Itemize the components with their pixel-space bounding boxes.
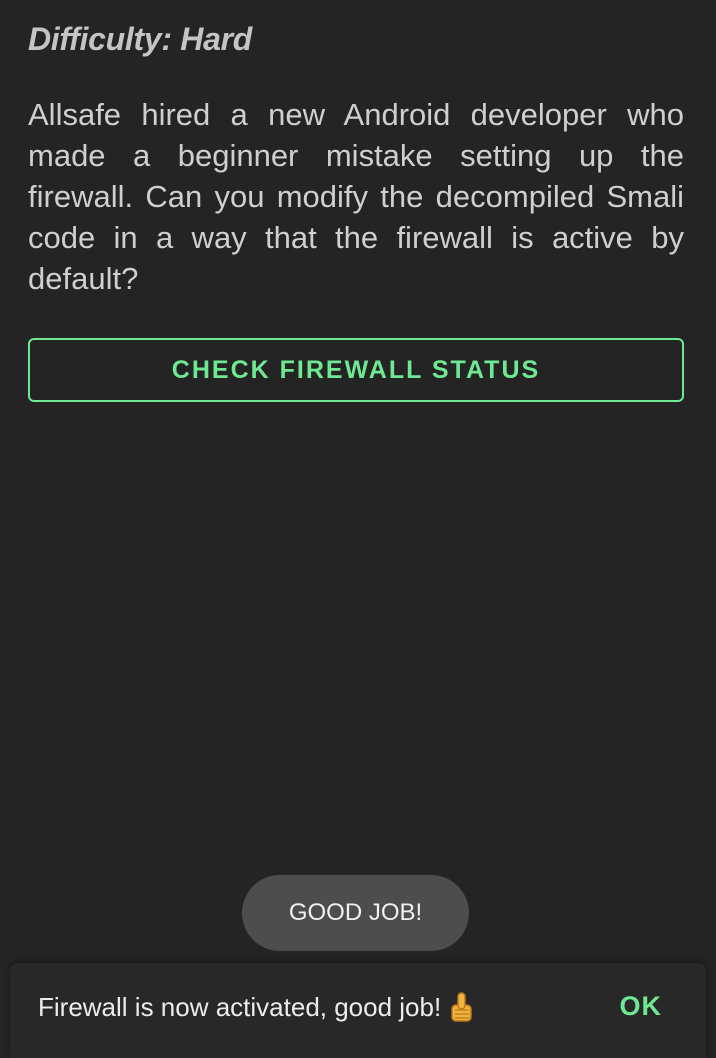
check-firewall-status-button[interactable]: CHECK FIREWALL STATUS xyxy=(28,338,684,402)
thumbs-up-icon xyxy=(449,991,475,1023)
snackbar-message: Firewall is now activated, good job! xyxy=(38,992,442,1022)
difficulty-label: Difficulty: Hard xyxy=(28,21,252,57)
challenge-description: Allsafe hired a new Android developer wh… xyxy=(28,97,684,296)
snackbar: Firewall is now activated, good job! OK xyxy=(10,963,706,1058)
snackbar-message-row: Firewall is now activated, good job! xyxy=(38,991,475,1023)
snackbar-ok-button[interactable]: OK xyxy=(614,987,669,1026)
toast-message: GOOD JOB! xyxy=(242,875,469,951)
